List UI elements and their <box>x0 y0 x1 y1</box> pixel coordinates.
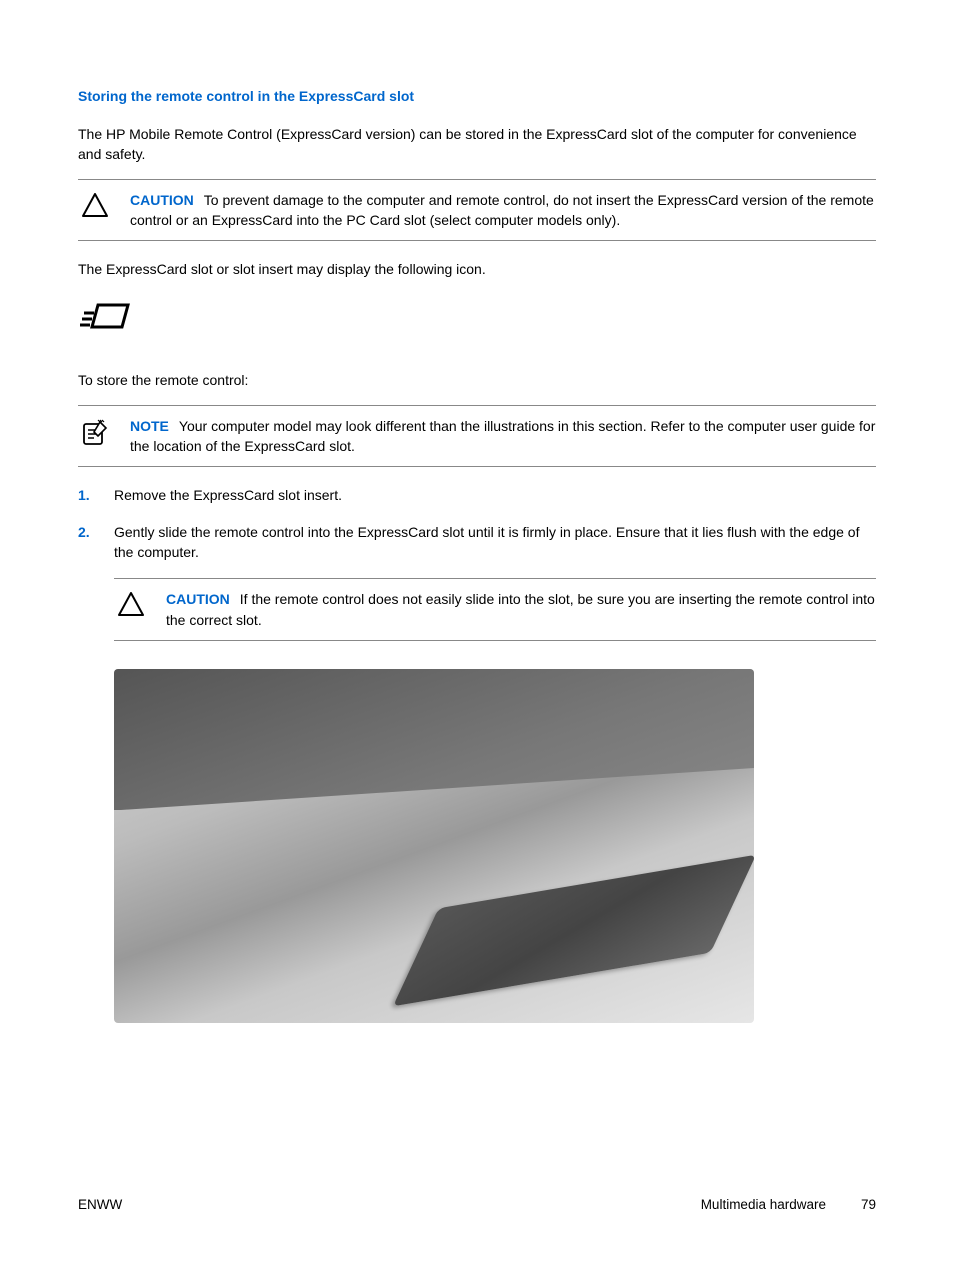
intro-paragraph: The HP Mobile Remote Control (ExpressCar… <box>78 124 876 165</box>
note-1-label: NOTE <box>130 418 169 434</box>
section-heading: Storing the remote control in the Expres… <box>78 88 876 104</box>
steps-list: 1. Remove the ExpressCard slot insert. 2… <box>78 485 876 562</box>
step-item: 1. Remove the ExpressCard slot insert. <box>78 485 876 505</box>
step-item: 2. Gently slide the remote control into … <box>78 522 876 563</box>
footer-right: Multimedia hardware 79 <box>701 1197 876 1212</box>
caution-box-2: CAUTIONIf the remote control does not ea… <box>114 578 876 641</box>
footer-page-number: 79 <box>856 1197 876 1212</box>
expresscard-slot-icon <box>78 297 136 340</box>
laptop-remote-illustration <box>114 669 754 1023</box>
note-icon <box>78 416 112 448</box>
store-intro-text: To store the remote control: <box>78 370 876 390</box>
step-text: Remove the ExpressCard slot insert. <box>114 485 876 505</box>
page-footer: ENWW Multimedia hardware 79 <box>78 1197 876 1212</box>
step-text-group: Gently slide the remote control into the… <box>114 522 876 563</box>
note-box-1: NOTEYour computer model may look differe… <box>78 405 876 468</box>
caution-1-label: CAUTION <box>130 192 194 208</box>
caution-2-text: If the remote control does not easily sl… <box>166 591 875 627</box>
step-number: 1. <box>78 485 114 505</box>
note-1-text: Your computer model may look different t… <box>130 418 875 454</box>
footer-section: Multimedia hardware <box>701 1197 826 1212</box>
caution-1-content: CAUTIONTo prevent damage to the computer… <box>130 190 876 231</box>
caution-2-label: CAUTION <box>166 591 230 607</box>
step-number: 2. <box>78 522 114 563</box>
caution-box-1: CAUTIONTo prevent damage to the computer… <box>78 179 876 242</box>
note-1-content: NOTEYour computer model may look differe… <box>130 416 876 457</box>
caution-1-text: To prevent damage to the computer and re… <box>130 192 874 228</box>
footer-left: ENWW <box>78 1197 122 1212</box>
icon-intro-text: The ExpressCard slot or slot insert may … <box>78 259 876 279</box>
caution-icon <box>78 190 112 218</box>
caution-2-content: CAUTIONIf the remote control does not ea… <box>166 589 876 630</box>
step-text: Gently slide the remote control into the… <box>114 524 859 560</box>
expresscard-icon-illustration <box>78 297 876 340</box>
caution-icon <box>114 589 148 617</box>
